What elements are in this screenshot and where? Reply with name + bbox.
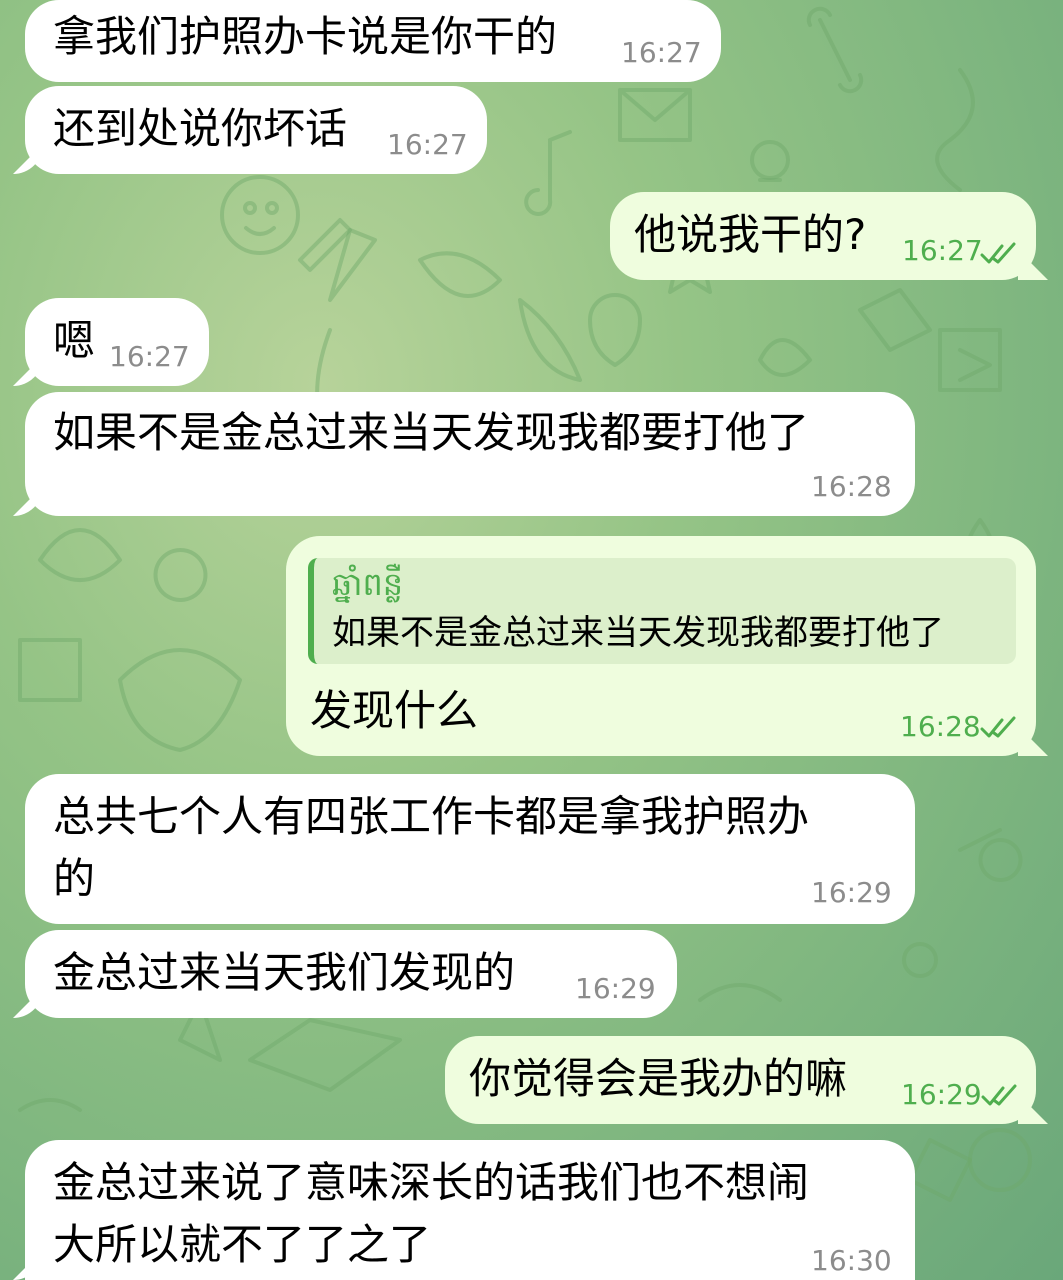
message-text: 拿我们护照办卡说是你干的 — [53, 12, 558, 61]
reply-quoted-text: 如果不是金总过来当天发现我都要打他了 — [332, 613, 944, 653]
message-time: 16:29 — [811, 876, 892, 909]
message-bubble[interactable]: 金总过来当天我们发现的 16:29 — [25, 930, 677, 1018]
reply-quote[interactable]: ឆ្នាំពន្លឺ 如果不是金总过来当天发现我都要打他了 — [308, 558, 1016, 664]
reply-sender-name: ឆ្នាំពន្លឺ — [332, 565, 404, 603]
message-text: 如果不是金总过来当天发现我都要打他了 — [53, 408, 810, 457]
reply-message-bubble[interactable]: ឆ្នាំពន្លឺ 如果不是金总过来当天发现我都要打他了 发现什么 16:28 — [286, 536, 1036, 756]
double-check-icon — [980, 242, 1016, 264]
message-text-line: 的 — [53, 854, 96, 903]
message-time: 16:27 — [109, 340, 190, 373]
message-text: 你觉得会是我办的嘛 — [469, 1054, 848, 1103]
message-text-line: 金总过来说了意味深长的话我们也不想闹 — [53, 1158, 810, 1207]
message-text: 还到处说你坏话 — [53, 104, 348, 153]
message-text-line: 大所以就不了了之了 — [53, 1220, 432, 1269]
message-bubble[interactable]: 金总过来说了意味深长的话我们也不想闹 大所以就不了了之了 16:30 — [25, 1140, 915, 1280]
message-text: 发现什么 — [310, 686, 479, 735]
message-bubble[interactable]: 如果不是金总过来当天发现我都要打他了 16:28 — [25, 392, 915, 516]
message-time: 16:27 — [902, 234, 983, 267]
message-bubble[interactable]: 你觉得会是我办的嘛 16:29 — [445, 1036, 1036, 1124]
message-text: 金总过来当天我们发现的 — [53, 948, 516, 997]
message-time: 16:27 — [387, 128, 468, 161]
message-bubble[interactable]: 他说我干的? 16:27 — [610, 192, 1036, 280]
message-time: 16:29 — [575, 972, 656, 1005]
message-bubble[interactable]: 总共七个人有四张工作卡都是拿我护照办 的 16:29 — [25, 774, 915, 924]
message-bubble[interactable]: 还到处说你坏话 16:27 — [25, 86, 487, 174]
message-time: 16:30 — [811, 1244, 892, 1277]
message-time: 16:28 — [811, 470, 892, 503]
message-text-line: 总共七个人有四张工作卡都是拿我护照办 — [53, 792, 810, 841]
message-time: 16:27 — [621, 36, 702, 69]
double-check-icon — [981, 1084, 1017, 1106]
message-bubble[interactable]: 嗯 16:27 — [25, 298, 209, 386]
message-time: 16:29 — [901, 1078, 982, 1111]
message-time: 16:28 — [900, 710, 981, 743]
message-text: 他说我干的? — [634, 210, 867, 259]
message-bubble[interactable]: 拿我们护照办卡说是你干的 16:27 — [25, 0, 721, 82]
double-check-icon — [980, 716, 1016, 738]
message-text: 嗯 — [53, 316, 96, 365]
